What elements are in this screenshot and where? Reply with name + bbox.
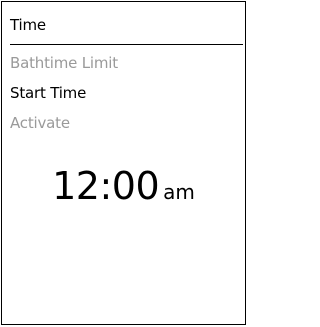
time-period: am bbox=[163, 180, 195, 204]
time-value: 12:00 bbox=[52, 164, 160, 208]
title-divider bbox=[10, 44, 243, 45]
screen-frame: Time Bathtime Limit Start Time Activate … bbox=[1, 1, 246, 325]
menu-item-bathtime-limit[interactable]: Bathtime Limit bbox=[10, 54, 118, 72]
page-title: Time bbox=[10, 16, 46, 34]
time-display[interactable]: 12:00 am bbox=[2, 164, 245, 208]
menu-item-activate[interactable]: Activate bbox=[10, 114, 70, 132]
menu-item-start-time[interactable]: Start Time bbox=[10, 84, 86, 102]
